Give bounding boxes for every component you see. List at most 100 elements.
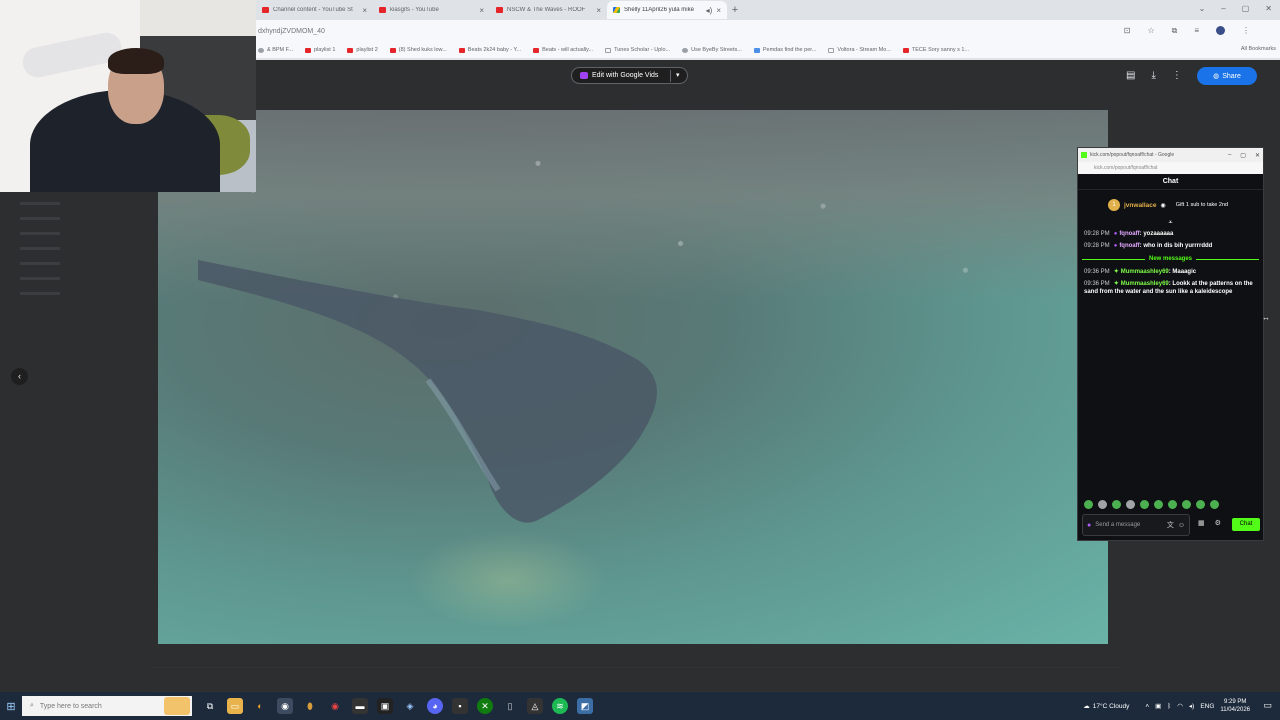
minimize-icon[interactable]: –: [1228, 152, 1231, 158]
tab-channel-content[interactable]: Channel content - YouTube St ×: [256, 1, 373, 19]
spotify-icon[interactable]: ≋: [552, 698, 568, 714]
message-user[interactable]: Mummaashley69: [1121, 281, 1169, 287]
emote-icon[interactable]: [1084, 500, 1093, 509]
clock[interactable]: 9:29 PM 11/04/2026: [1220, 698, 1250, 714]
expand-chevron-icon[interactable]: ⩡: [1078, 219, 1263, 228]
emoji-icon[interactable]: ☺: [1178, 522, 1185, 529]
language-indicator[interactable]: ENG: [1200, 703, 1214, 710]
chrome-icon[interactable]: ◉: [277, 698, 293, 714]
bookmark-item[interactable]: Tunes Scholar - Uplo...: [605, 47, 670, 53]
windows-start-icon[interactable]: ⊞: [0, 692, 22, 720]
tab-kiasgifs[interactable]: kiasgifs - YouTube ×: [373, 1, 490, 19]
app-icon[interactable]: ◩: [577, 698, 593, 714]
firefox-icon[interactable]: ◐: [252, 698, 268, 714]
comment-icon[interactable]: ▤: [1126, 70, 1135, 81]
taskbar-apps: ⧉ ▭ ◐ ◉ ⬮ ◉ ▬ ▣ ◈ ◕ ▪ ✕ ▯ ◬ ≋ ◩: [202, 698, 593, 714]
emote-icon[interactable]: [1154, 500, 1163, 509]
chat-send-button[interactable]: Chat: [1232, 518, 1260, 531]
close-icon[interactable]: ×: [716, 6, 721, 15]
chevron-up-icon[interactable]: ˄: [1145, 703, 1149, 710]
message-user[interactable]: fqnoaff: [1119, 231, 1139, 237]
emote-icon[interactable]: [1098, 500, 1107, 509]
previous-file-button[interactable]: ‹: [11, 368, 28, 385]
emote-icon[interactable]: [1168, 500, 1177, 509]
bookmark-item[interactable]: Beats 2k24 baby - Y...: [458, 47, 521, 53]
media-icon[interactable]: ≡: [1194, 26, 1199, 36]
message-user[interactable]: fqnoaff: [1119, 243, 1139, 249]
terminal-icon[interactable]: ▬: [352, 698, 368, 714]
bookmark-item[interactable]: Pemdas find the per...: [753, 47, 816, 53]
notification-icon[interactable]: ▭: [1263, 700, 1272, 711]
lock-icon: ◍: [1213, 73, 1220, 80]
download-icon[interactable]: ⤓: [1151, 70, 1155, 81]
discord-icon[interactable]: ◕: [427, 698, 443, 714]
bookmark-item[interactable]: playlist 1: [304, 47, 335, 53]
message-user[interactable]: Mummaashley69: [1121, 269, 1169, 275]
chevron-down-icon[interactable]: ▾: [676, 71, 680, 79]
bookmark-item[interactable]: TECE Sory sanny s 1...: [902, 47, 969, 53]
chat-message: 09:36 PM ✦ Mummaashley69: Lookk at the pat…: [1084, 281, 1253, 295]
minimize-icon[interactable]: –: [1221, 4, 1225, 13]
steam-icon[interactable]: ◈: [402, 698, 418, 714]
close-icon[interactable]: ×: [362, 6, 367, 15]
emote-icon[interactable]: [1140, 500, 1149, 509]
emote-icon[interactable]: [1126, 500, 1135, 509]
close-icon[interactable]: ✕: [1265, 4, 1272, 13]
maximize-icon[interactable]: ▢: [1242, 4, 1250, 13]
wifi-icon[interactable]: ◠: [1177, 702, 1183, 710]
bluetooth-icon[interactable]: ᛒ: [1167, 703, 1171, 710]
maximize-icon[interactable]: ▢: [1240, 152, 1246, 159]
volume-icon[interactable]: ◂): [1189, 702, 1194, 710]
app-icon[interactable]: ▪: [452, 698, 468, 714]
emote-icon[interactable]: [1210, 500, 1219, 509]
task-view-icon[interactable]: ⧉: [202, 698, 218, 714]
bookmark-item[interactable]: playlist 2: [347, 47, 378, 53]
all-bookmarks[interactable]: All Bookmarks: [1241, 46, 1276, 52]
media-app-icon[interactable]: ▣: [377, 698, 393, 714]
tab-shelly-video[interactable]: Shelly 11April26 yula mike ◂) ×: [607, 1, 727, 19]
list-item: [20, 232, 60, 235]
app-icon[interactable]: ◬: [527, 698, 543, 714]
pinned-gift-banner[interactable]: 1 jvnwallace ◉ Gift 1 sub to take 2nd: [1078, 190, 1263, 220]
close-icon[interactable]: ×: [596, 6, 601, 15]
bookmark-item[interactable]: Voltora - Stream Mo...: [828, 47, 891, 53]
mic-icon: ●: [1087, 521, 1092, 529]
tab-nscw[interactable]: NSCW & The Waves - ROOF ×: [490, 1, 607, 19]
bookmark-item[interactable]: (8) Shed kuks low...: [389, 47, 447, 53]
shop-icon[interactable]: ▦: [1198, 519, 1205, 527]
emote-icon[interactable]: [1182, 500, 1191, 509]
youtube-icon: [262, 7, 269, 13]
chevron-down-icon[interactable]: ⌄: [1199, 4, 1206, 13]
chrome-alt-icon[interactable]: ◉: [327, 698, 343, 714]
notepad-icon[interactable]: ▯: [502, 698, 518, 714]
bookmark-item[interactable]: Use ByeBy Streets...: [682, 47, 742, 53]
menu-icon[interactable]: ⋮: [1242, 26, 1250, 36]
file-explorer-icon[interactable]: ▭: [227, 698, 243, 714]
install-icon[interactable]: ⊡: [1124, 26, 1131, 36]
avatar[interactable]: [1216, 26, 1225, 35]
url-field[interactable]: dxhyndjZVDMOM_40: [258, 28, 325, 35]
video-player[interactable]: [158, 110, 1108, 644]
chat-message-input[interactable]: ● Send a message 文 ☺: [1082, 514, 1190, 536]
speaker-icon[interactable]: ◂): [706, 6, 713, 15]
new-tab-button[interactable]: +: [727, 4, 743, 16]
clock-time: 9:29 PM: [1224, 699, 1247, 705]
extensions-icon[interactable]: ⧉: [1172, 26, 1178, 36]
weather-widget[interactable]: ☁ 17°C Cloudy: [1083, 702, 1129, 711]
gear-icon[interactable]: ⚙: [1215, 519, 1221, 527]
close-icon[interactable]: ✕: [1255, 152, 1260, 159]
network-icon[interactable]: ▣: [1155, 702, 1161, 710]
edit-with-vids-button[interactable]: Edit with Google Vids ▾: [571, 67, 688, 84]
more-icon[interactable]: ⋮: [1172, 70, 1182, 81]
taskbar-search[interactable]: ⌕ Type here to search: [22, 696, 192, 716]
emote-icon[interactable]: [1196, 500, 1205, 509]
bookmark-item[interactable]: & BPM F...: [258, 47, 293, 53]
share-button[interactable]: ◍ Share: [1197, 67, 1257, 85]
xbox-icon[interactable]: ✕: [477, 698, 493, 714]
star-icon[interactable]: ☆: [1147, 26, 1154, 36]
app-icon[interactable]: ⬮: [302, 698, 318, 714]
bookmark-item[interactable]: Beats - will actually...: [533, 47, 593, 53]
close-icon[interactable]: ×: [479, 6, 484, 15]
translate-icon[interactable]: 文: [1167, 520, 1174, 530]
emote-icon[interactable]: [1112, 500, 1121, 509]
